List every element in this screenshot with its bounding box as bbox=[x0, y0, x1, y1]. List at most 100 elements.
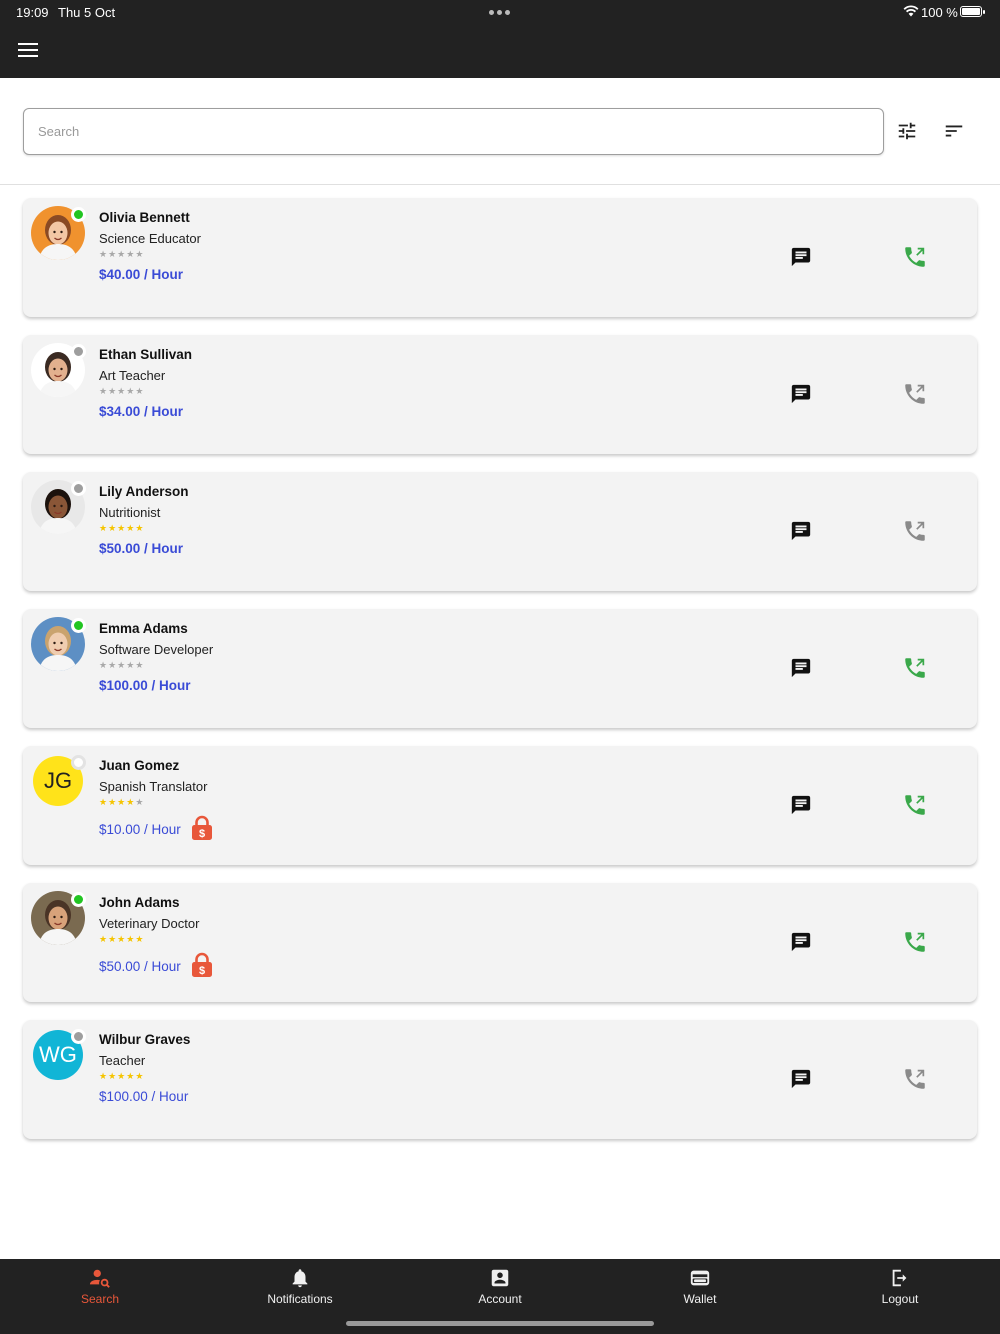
provider-info: Olivia Bennett Science Educator ★★★★★ $40.0… bbox=[99, 210, 201, 282]
price-text: $40.00 / Hour bbox=[99, 267, 184, 282]
provider-card[interactable]: Ethan Sullivan Art Teacher ★★★★★ $34.00 / H… bbox=[23, 335, 977, 454]
avatar[interactable] bbox=[31, 891, 86, 945]
paid-lock-icon[interactable]: $ bbox=[191, 815, 213, 844]
provider-card[interactable]: Lily Anderson Nutritionist ★★★★★ $50.00 / H… bbox=[23, 472, 977, 591]
provider-name: Lily Anderson bbox=[99, 484, 189, 499]
call-icon[interactable] bbox=[902, 1066, 928, 1092]
provider-name: Olivia Bennett bbox=[99, 210, 190, 225]
provider-info: Juan Gomez Spanish Translator ★★★★★ $10.00 … bbox=[99, 758, 213, 844]
filter-tune-icon[interactable] bbox=[896, 120, 918, 142]
provider-title: Veterinary Doctor bbox=[99, 916, 200, 931]
hamburger-menu-icon[interactable] bbox=[18, 43, 38, 59]
chat-icon[interactable] bbox=[790, 520, 812, 542]
provider-card[interactable]: WG Wilbur Graves Teacher ★★★★★ $100.00 / Hou… bbox=[23, 1020, 977, 1139]
provider-list: Olivia Bennett Science Educator ★★★★★ $40.0… bbox=[23, 198, 977, 1157]
provider-card[interactable]: Emma Adams Software Developer ★★★★★ $100.00… bbox=[23, 609, 977, 728]
avatar[interactable]: WG bbox=[31, 1028, 86, 1082]
nav-label: Wallet bbox=[683, 1292, 717, 1306]
nav-label: Account bbox=[478, 1292, 522, 1306]
rating-stars-icon: ★★★★★ bbox=[99, 797, 145, 807]
call-icon[interactable] bbox=[902, 655, 928, 681]
chat-icon[interactable] bbox=[790, 383, 812, 405]
status-time: 19:09 bbox=[16, 5, 49, 20]
app-bar bbox=[0, 24, 1000, 78]
provider-info: Ethan Sullivan Art Teacher ★★★★★ $34.00 / H… bbox=[99, 347, 192, 419]
provider-card[interactable]: John Adams Veterinary Doctor ★★★★★ $50.00 /… bbox=[23, 883, 977, 1002]
home-indicator bbox=[346, 1321, 654, 1326]
provider-card[interactable]: Olivia Bennett Science Educator ★★★★★ $40.0… bbox=[23, 198, 977, 317]
nav-account[interactable]: Account bbox=[400, 1267, 600, 1306]
call-icon[interactable] bbox=[902, 792, 928, 818]
person-search-icon bbox=[0, 1267, 200, 1289]
chat-icon[interactable] bbox=[790, 794, 812, 816]
nav-wallet[interactable]: Wallet bbox=[600, 1267, 800, 1306]
call-icon[interactable] bbox=[902, 518, 928, 544]
provider-info: Wilbur Graves Teacher ★★★★★ $100.00 / Hour bbox=[99, 1032, 190, 1104]
provider-rate: $34.00 / Hour bbox=[99, 404, 192, 419]
provider-title: Nutritionist bbox=[99, 505, 161, 520]
battery-percentage: 100 % bbox=[921, 5, 958, 20]
chat-icon[interactable] bbox=[790, 1068, 812, 1090]
call-icon[interactable] bbox=[902, 244, 928, 270]
bell-icon bbox=[200, 1267, 400, 1289]
price-text: $34.00 / Hour bbox=[99, 404, 184, 419]
rating-stars-icon: ★★★★★ bbox=[99, 249, 145, 259]
provider-title: Art Teacher bbox=[99, 368, 166, 383]
provider-rate: $50.00 / Hour $ bbox=[99, 952, 213, 981]
provider-name: Juan Gomez bbox=[99, 758, 180, 773]
provider-rate: $50.00 / Hour bbox=[99, 541, 189, 556]
presence-status-dot bbox=[71, 892, 86, 907]
wifi-icon bbox=[903, 5, 919, 17]
presence-status-dot bbox=[71, 1029, 86, 1044]
avatar[interactable] bbox=[31, 617, 86, 671]
provider-rate: $40.00 / Hour bbox=[99, 267, 201, 282]
provider-title: Science Educator bbox=[99, 231, 201, 246]
paid-lock-icon[interactable]: $ bbox=[191, 952, 213, 981]
price-text: $50.00 / Hour bbox=[99, 541, 184, 556]
avatar[interactable] bbox=[31, 206, 86, 260]
provider-rate: $100.00 / Hour bbox=[99, 1089, 190, 1104]
nav-search[interactable]: Search bbox=[0, 1267, 200, 1306]
presence-status-dot bbox=[71, 618, 86, 633]
logout-icon bbox=[800, 1267, 1000, 1289]
provider-info: John Adams Veterinary Doctor ★★★★★ $50.00 /… bbox=[99, 895, 213, 981]
provider-title: Spanish Translator bbox=[99, 779, 208, 794]
call-icon[interactable] bbox=[902, 929, 928, 955]
svg-text:$: $ bbox=[199, 965, 205, 977]
nav-label: Notifications bbox=[267, 1292, 333, 1306]
price-text: $100.00 / Hour bbox=[99, 1089, 189, 1104]
presence-status-dot bbox=[71, 207, 86, 222]
rating-stars-icon: ★★★★★ bbox=[99, 386, 145, 396]
avatar[interactable] bbox=[31, 480, 86, 534]
battery-icon bbox=[960, 6, 985, 17]
multitasking-dots-icon[interactable] bbox=[489, 10, 510, 15]
provider-title: Teacher bbox=[99, 1053, 146, 1068]
call-icon[interactable] bbox=[902, 381, 928, 407]
presence-status-dot bbox=[71, 755, 86, 770]
provider-rate: $100.00 / Hour bbox=[99, 678, 213, 693]
provider-info: Emma Adams Software Developer ★★★★★ $100.00… bbox=[99, 621, 213, 693]
provider-name: John Adams bbox=[99, 895, 180, 910]
price-text: $10.00 / Hour bbox=[99, 822, 181, 837]
chat-icon[interactable] bbox=[790, 657, 812, 679]
provider-info: Lily Anderson Nutritionist ★★★★★ $50.00 / H… bbox=[99, 484, 189, 556]
nav-notifications[interactable]: Notifications bbox=[200, 1267, 400, 1306]
sort-icon[interactable] bbox=[943, 120, 965, 142]
provider-card[interactable]: JG Juan Gomez Spanish Translator ★★★★★ $10.0… bbox=[23, 746, 977, 865]
status-date: Thu 5 Oct bbox=[58, 5, 116, 20]
account-box-icon bbox=[400, 1267, 600, 1289]
presence-status-dot bbox=[71, 344, 86, 359]
provider-name: Ethan Sullivan bbox=[99, 347, 193, 362]
provider-rate: $10.00 / Hour $ bbox=[99, 815, 213, 844]
chat-icon[interactable] bbox=[790, 246, 812, 268]
status-bar: 19:09 Thu 5 Oct 100 % bbox=[0, 0, 1000, 24]
search-section bbox=[0, 78, 1000, 185]
price-text: $50.00 / Hour bbox=[99, 959, 181, 974]
price-text: $100.00 / Hour bbox=[99, 678, 191, 693]
presence-status-dot bbox=[71, 481, 86, 496]
nav-logout[interactable]: Logout bbox=[800, 1267, 1000, 1306]
avatar[interactable] bbox=[31, 343, 86, 397]
search-input[interactable] bbox=[23, 108, 884, 155]
chat-icon[interactable] bbox=[790, 931, 812, 953]
avatar[interactable]: JG bbox=[31, 754, 86, 808]
